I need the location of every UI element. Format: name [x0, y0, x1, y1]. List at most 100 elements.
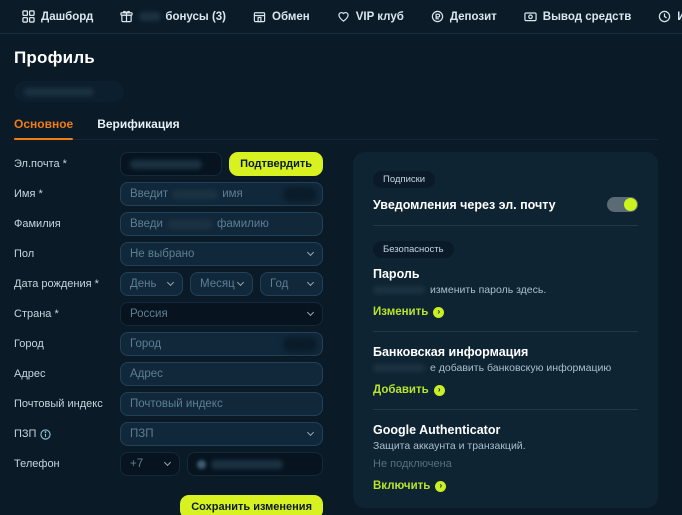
- selected-value: Россия: [130, 308, 168, 320]
- city-label: Город: [14, 338, 120, 350]
- divider: [373, 225, 638, 226]
- form-row-city: Город Город: [14, 332, 323, 356]
- nav-item-bonuses[interactable]: бонусы (3): [120, 0, 226, 34]
- nav-item-deposit[interactable]: Депозит: [431, 0, 497, 34]
- page-title: Профиль: [14, 48, 658, 68]
- google-authenticator-title: Google Authenticator: [373, 423, 638, 437]
- info-icon[interactable]: [40, 429, 51, 440]
- arrow-right-icon: ›: [435, 481, 446, 492]
- chevron-down-icon: [307, 309, 314, 316]
- form-row-pzp: ПЗП ПЗП: [14, 422, 323, 446]
- nav-item-exchange[interactable]: Обмен: [253, 0, 310, 34]
- password-title: Пароль: [373, 267, 638, 281]
- address-field[interactable]: Адрес: [120, 362, 323, 386]
- password-section: Пароль изменить пароль здесь. Изменить ›: [373, 267, 638, 318]
- form-row-last-name: Фамилия Введи фамилию: [14, 212, 323, 236]
- main-content: Профиль Основное Верификация Эл.почта * …: [0, 34, 682, 515]
- birth-day-select[interactable]: День: [120, 272, 183, 296]
- nav-item-withdraw[interactable]: Вывод средств: [524, 0, 631, 34]
- add-bank-info-link[interactable]: Добавить ›: [373, 384, 638, 396]
- redacted-phone-value: [211, 460, 283, 469]
- bank-info-section: Банковская информация е добавить банковс…: [373, 345, 638, 396]
- nav-item-label: VIP клуб: [356, 11, 404, 23]
- form-row-gender: Пол Не выбрано: [14, 242, 323, 266]
- link-text: Добавить: [373, 384, 429, 396]
- placeholder-text: Введит: [130, 188, 168, 200]
- link-text: Изменить: [373, 306, 428, 318]
- nav-item-label: бонусы (3): [165, 11, 226, 23]
- selected-value: Год: [270, 278, 288, 290]
- google-authenticator-section: Google Authenticator Защита аккаунта и т…: [373, 423, 638, 492]
- city-field[interactable]: Город: [120, 332, 323, 356]
- last-name-label: Фамилия: [14, 218, 120, 230]
- chevron-down-icon: [164, 459, 171, 466]
- pzp-select[interactable]: ПЗП: [120, 422, 323, 446]
- email-field[interactable]: [120, 152, 222, 176]
- redacted-blob: [197, 460, 206, 469]
- change-password-link[interactable]: Изменить ›: [373, 306, 638, 318]
- tab-verification[interactable]: Верификация: [97, 117, 179, 139]
- description-text: е добавить банковскую информацию: [430, 362, 611, 374]
- nav-item-history[interactable]: История: [658, 0, 682, 34]
- google-authenticator-description: Защита аккаунта и транзакций.: [373, 440, 638, 452]
- gender-select[interactable]: Не выбрано: [120, 242, 323, 266]
- nav-item-label: Обмен: [272, 11, 310, 23]
- placeholder-text: фамилию: [217, 218, 269, 230]
- first-name-field[interactable]: Введит имя: [120, 182, 323, 206]
- form-row-address: Адрес Адрес: [14, 362, 323, 386]
- selected-value: Не выбрано: [130, 248, 194, 260]
- profile-form: Эл.почта * Подтвердить Имя * Введит имя: [14, 152, 323, 515]
- nav-item-dashboard[interactable]: Дашборд: [22, 0, 93, 34]
- placeholder-text: Адрес: [130, 368, 163, 380]
- label-text: ПЗП: [14, 428, 36, 440]
- last-name-field[interactable]: Введи фамилию: [120, 212, 323, 236]
- enable-google-authenticator-link[interactable]: Включить ›: [373, 480, 638, 492]
- phone-code-select[interactable]: +7: [120, 452, 180, 476]
- birth-month-select[interactable]: Месяц: [190, 272, 253, 296]
- selected-value: День: [130, 278, 157, 290]
- email-notifications-title: Уведомления через эл. почту: [373, 198, 556, 212]
- placeholder-text: ПЗП: [130, 428, 153, 440]
- email-notifications-toggle[interactable]: [607, 197, 638, 212]
- redacted-text: [172, 190, 218, 199]
- postal-code-field[interactable]: Почтовый индекс: [120, 392, 323, 416]
- toggle-knob: [624, 198, 637, 211]
- chevron-down-icon: [307, 279, 314, 286]
- history-icon: [658, 10, 671, 23]
- confirm-email-button[interactable]: Подтвердить: [229, 152, 323, 176]
- save-changes-button[interactable]: Сохранить изменения: [180, 495, 323, 515]
- chevron-down-icon: [307, 249, 314, 256]
- top-nav: Дашборд бонусы (3) Обмен VIP клуб Депози…: [0, 0, 682, 34]
- placeholder-text: Город: [130, 338, 161, 350]
- pzp-label: ПЗП: [14, 428, 120, 440]
- address-label: Адрес: [14, 368, 120, 380]
- user-id-pill: [14, 81, 124, 102]
- form-row-birth-date: Дата рождения * День Месяц Год: [14, 272, 323, 296]
- heart-icon: [337, 10, 350, 23]
- tab-general[interactable]: Основное: [14, 117, 73, 139]
- phone-label: Телефон: [14, 458, 120, 470]
- chevron-down-icon: [307, 429, 314, 436]
- birth-year-select[interactable]: Год: [260, 272, 323, 296]
- email-notifications-row: Уведомления через эл. почту: [373, 197, 638, 212]
- first-name-label: Имя *: [14, 188, 120, 200]
- link-text: Включить: [373, 480, 430, 492]
- password-description: изменить пароль здесь.: [373, 284, 638, 296]
- placeholder-text: Почтовый индекс: [130, 398, 223, 410]
- selected-value: Месяц: [200, 278, 235, 290]
- nav-item-label: История: [677, 11, 682, 23]
- phone-field[interactable]: [187, 452, 323, 476]
- email-label: Эл.почта *: [14, 158, 120, 170]
- redacted-text: [139, 12, 161, 21]
- country-select[interactable]: Россия: [120, 302, 323, 326]
- dashboard-icon: [22, 10, 35, 23]
- form-row-email: Эл.почта * Подтвердить: [14, 152, 323, 176]
- placeholder-text: Введи: [130, 218, 163, 230]
- selected-value: +7: [130, 458, 143, 470]
- nav-item-label: Дашборд: [41, 11, 93, 23]
- description-text: изменить пароль здесь.: [430, 284, 546, 296]
- country-label: Страна *: [14, 308, 120, 320]
- profile-tabs: Основное Верификация: [14, 117, 658, 140]
- postal-code-label: Почтовый индекс: [14, 398, 120, 410]
- nav-item-vip-club[interactable]: VIP клуб: [337, 0, 404, 34]
